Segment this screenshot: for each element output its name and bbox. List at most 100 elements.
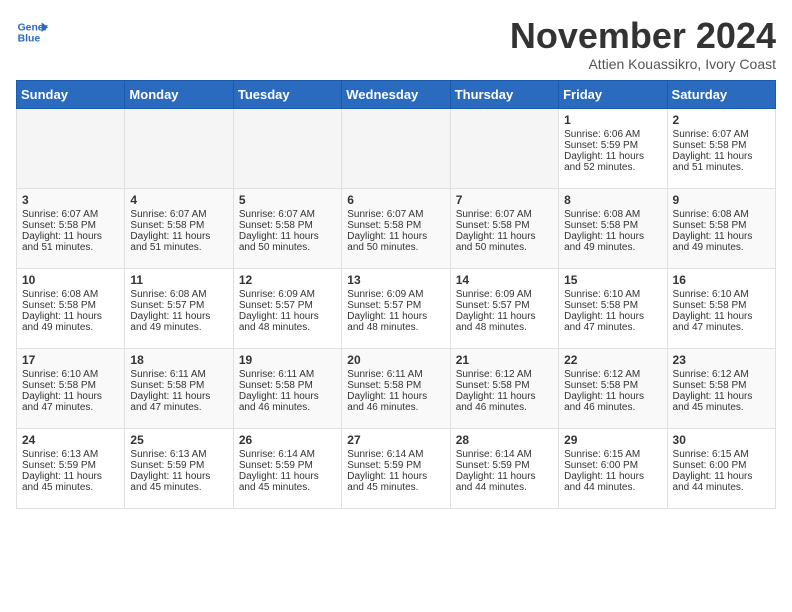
calendar-cell: 3 Sunrise: 6:07 AMSunset: 5:58 PMDaylight… [17, 188, 125, 268]
day-number: 24 [22, 433, 119, 447]
sunrise-text: Sunrise: 6:14 AM [456, 449, 532, 460]
sunset-text: Sunset: 6:00 PM [564, 460, 638, 471]
sunrise-text: Sunrise: 6:13 AM [130, 449, 206, 460]
sunset-text: Sunset: 5:58 PM [456, 380, 530, 391]
daylight-label: Daylight: 11 hours and 46 minutes. [347, 391, 427, 413]
daylight-label: Daylight: 11 hours and 45 minutes. [673, 391, 753, 413]
daylight-label: Daylight: 11 hours and 45 minutes. [239, 471, 319, 493]
sunrise-text: Sunrise: 6:06 AM [564, 129, 640, 140]
sunset-text: Sunset: 5:58 PM [22, 300, 96, 311]
sunrise-text: Sunrise: 6:13 AM [22, 449, 98, 460]
calendar-cell: 27 Sunrise: 6:14 AMSunset: 5:59 PMDayligh… [342, 428, 450, 508]
day-number: 19 [239, 353, 336, 367]
sunset-text: Sunset: 5:58 PM [347, 220, 421, 231]
day-number: 16 [673, 273, 770, 287]
sunrise-text: Sunrise: 6:07 AM [347, 209, 423, 220]
day-number: 12 [239, 273, 336, 287]
sunrise-text: Sunrise: 6:10 AM [22, 369, 98, 380]
sunrise-text: Sunrise: 6:10 AM [564, 289, 640, 300]
daylight-label: Daylight: 11 hours and 46 minutes. [239, 391, 319, 413]
day-number: 29 [564, 433, 661, 447]
calendar-cell [342, 108, 450, 188]
day-number: 13 [347, 273, 444, 287]
daylight-label: Daylight: 11 hours and 50 minutes. [456, 231, 536, 253]
calendar-cell: 25Sunrise: 6:13 AMSunset: 5:59 PMDayligh… [125, 428, 233, 508]
sunrise-text: Sunrise: 6:07 AM [456, 209, 532, 220]
daylight-label: Daylight: 11 hours and 45 minutes. [130, 471, 210, 493]
calendar-cell: 17Sunrise: 6:10 AMSunset: 5:58 PMDayligh… [17, 348, 125, 428]
sunset-text: Sunset: 5:58 PM [456, 220, 530, 231]
day-number: 25 [130, 433, 227, 447]
sunrise-text: Sunrise: 6:12 AM [673, 369, 749, 380]
daylight-label: Daylight: 11 hours and 49 minutes. [130, 311, 210, 333]
calendar-cell: 2Sunrise: 6:07 AMSunset: 5:58 PMDaylight… [667, 108, 775, 188]
day-number: 3 [22, 193, 119, 207]
daylight-label: Daylight: 11 hours and 47 minutes. [673, 311, 753, 333]
day-number: 20 [347, 353, 444, 367]
sunrise-text: Sunrise: 6:09 AM [456, 289, 532, 300]
calendar-cell: 12Sunrise: 6:09 AMSunset: 5:57 PMDayligh… [233, 268, 341, 348]
day-number: 30 [673, 433, 770, 447]
day-number: 18 [130, 353, 227, 367]
calendar-week-1: 1Sunrise: 6:06 AMSunset: 5:59 PMDaylight… [17, 108, 776, 188]
day-number: 5 [239, 193, 336, 207]
calendar-cell: 11Sunrise: 6:08 AMSunset: 5:57 PMDayligh… [125, 268, 233, 348]
header-thursday: Thursday [450, 80, 558, 108]
daylight-label: Daylight: 11 hours and 51 minutes. [22, 231, 102, 253]
sunset-text: Sunset: 5:59 PM [564, 140, 638, 151]
calendar-cell: 24Sunrise: 6:13 AMSunset: 5:59 PMDayligh… [17, 428, 125, 508]
daylight-label: Daylight: 11 hours and 51 minutes. [673, 151, 753, 173]
sunrise-text: Sunrise: 6:07 AM [22, 209, 98, 220]
header-monday: Monday [125, 80, 233, 108]
sunset-text: Sunset: 5:58 PM [673, 220, 747, 231]
sunset-text: Sunset: 5:58 PM [130, 380, 204, 391]
header-wednesday: Wednesday [342, 80, 450, 108]
calendar-table: SundayMondayTuesdayWednesdayThursdayFrid… [16, 80, 776, 509]
sunset-text: Sunset: 5:57 PM [130, 300, 204, 311]
daylight-label: Daylight: 11 hours and 46 minutes. [564, 391, 644, 413]
svg-text:Blue: Blue [18, 34, 41, 45]
calendar-title: November 2024 [510, 16, 776, 56]
sunrise-text: Sunrise: 6:12 AM [564, 369, 640, 380]
day-number: 14 [456, 273, 553, 287]
sunset-text: Sunset: 5:58 PM [347, 380, 421, 391]
daylight-label: Daylight: 11 hours and 44 minutes. [673, 471, 753, 493]
sunrise-text: Sunrise: 6:14 AM [347, 449, 423, 460]
daylight-label: Daylight: 11 hours and 48 minutes. [456, 311, 536, 333]
calendar-cell: 7 Sunrise: 6:07 AMSunset: 5:58 PMDaylight… [450, 188, 558, 268]
day-number: 4 [130, 193, 227, 207]
sunrise-text: Sunrise: 6:08 AM [673, 209, 749, 220]
daylight-label: Daylight: 11 hours and 47 minutes. [130, 391, 210, 413]
sunset-text: Sunset: 5:59 PM [347, 460, 421, 471]
calendar-header-row: SundayMondayTuesdayWednesdayThursdayFrid… [17, 80, 776, 108]
header-sunday: Sunday [17, 80, 125, 108]
sunset-text: Sunset: 5:58 PM [673, 380, 747, 391]
sunrise-text: Sunrise: 6:07 AM [130, 209, 206, 220]
sunrise-text: Sunrise: 6:14 AM [239, 449, 315, 460]
daylight-label: Daylight: 11 hours and 45 minutes. [347, 471, 427, 493]
calendar-cell: 23Sunrise: 6:12 AMSunset: 5:58 PMDayligh… [667, 348, 775, 428]
calendar-cell: 28Sunrise: 6:14 AMSunset: 5:59 PMDayligh… [450, 428, 558, 508]
sunset-text: Sunset: 5:58 PM [130, 220, 204, 231]
day-number: 22 [564, 353, 661, 367]
calendar-cell: 5Sunrise: 6:07 AMSunset: 5:58 PMDaylight… [233, 188, 341, 268]
sunrise-text: Sunrise: 6:10 AM [673, 289, 749, 300]
sunrise-text: Sunrise: 6:08 AM [130, 289, 206, 300]
day-number: 21 [456, 353, 553, 367]
daylight-label: Daylight: 11 hours and 50 minutes. [239, 231, 319, 253]
calendar-cell: 20Sunrise: 6:11 AMSunset: 5:58 PMDayligh… [342, 348, 450, 428]
day-number: 9 [673, 193, 770, 207]
header-tuesday: Tuesday [233, 80, 341, 108]
calendar-cell: 4Sunrise: 6:07 AMSunset: 5:58 PMDaylight… [125, 188, 233, 268]
day-number: 27 [347, 433, 444, 447]
calendar-cell: 21Sunrise: 6:12 AMSunset: 5:58 PMDayligh… [450, 348, 558, 428]
day-number: 17 [22, 353, 119, 367]
calendar-cell [233, 108, 341, 188]
daylight-label: Daylight: 11 hours and 48 minutes. [239, 311, 319, 333]
sunset-text: Sunset: 5:59 PM [239, 460, 313, 471]
sunset-text: Sunset: 5:58 PM [22, 220, 96, 231]
sunset-text: Sunset: 5:57 PM [347, 300, 421, 311]
day-number: 15 [564, 273, 661, 287]
sunset-text: Sunset: 5:58 PM [22, 380, 96, 391]
day-number: 7 [456, 193, 553, 207]
